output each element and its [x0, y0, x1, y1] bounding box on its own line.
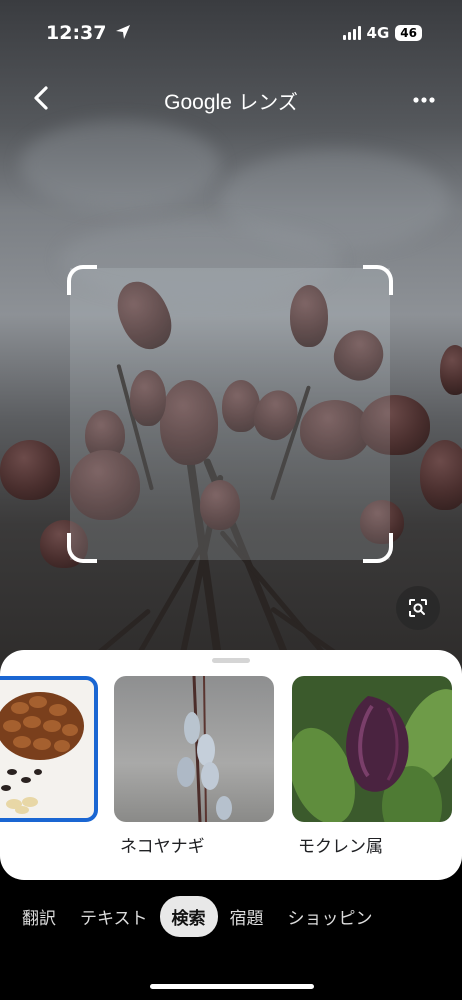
- top-bar: Google レンズ: [0, 78, 462, 118]
- tab-text[interactable]: テキスト: [68, 896, 160, 937]
- more-dots-icon: [413, 97, 435, 103]
- page-title: Google レンズ: [0, 86, 462, 115]
- battery-indicator: 46: [395, 25, 422, 41]
- network-type: 4G: [366, 24, 390, 42]
- pussy-willow-image: [177, 676, 232, 822]
- title-suffix: レンズ: [238, 90, 298, 114]
- location-arrow-icon: [116, 25, 131, 39]
- frame-handle-bottom-right[interactable]: [363, 533, 393, 563]
- result-label: ネコヤナギ: [120, 837, 205, 857]
- result-thumbnail-magnolia: [292, 676, 452, 822]
- sheet-drag-handle[interactable]: [212, 658, 250, 663]
- tab-shopping[interactable]: ショッピン: [276, 896, 385, 937]
- result-card[interactable]: モクレン属: [292, 676, 452, 857]
- result-card[interactable]: ネコヤナギ: [114, 676, 274, 857]
- signal-bars-icon: [342, 26, 361, 40]
- tab-translate[interactable]: 翻訳: [10, 896, 68, 937]
- tab-search[interactable]: 検索: [159, 895, 218, 937]
- magnolia-image: [292, 689, 452, 822]
- search-region-button[interactable]: [396, 586, 440, 630]
- result-card[interactable]: [0, 676, 98, 832]
- result-thumbnail-pussy-willow: [114, 676, 274, 822]
- lens-search-icon: [409, 599, 427, 617]
- frame-handle-top-right[interactable]: [363, 265, 393, 295]
- title-brand: Google: [164, 91, 232, 114]
- selection-frame[interactable]: [67, 265, 393, 563]
- status-bar: 12:37 4G 46: [0, 0, 462, 70]
- result-label: モクレン属: [298, 837, 383, 857]
- more-options-button[interactable]: [410, 86, 438, 114]
- home-indicator[interactable]: [150, 984, 314, 989]
- results-sheet[interactable]: ネコヤナギ モクレン属: [0, 650, 462, 880]
- tab-homework[interactable]: 宿題: [218, 896, 276, 937]
- result-thumbnail-pinecone: [0, 676, 98, 822]
- pinecone-image: [0, 692, 84, 814]
- status-time: 12:37: [46, 22, 131, 44]
- frame-handle-bottom-left[interactable]: [67, 533, 97, 563]
- status-indicators: 4G 46: [342, 24, 422, 42]
- frame-handle-top-left[interactable]: [67, 265, 97, 295]
- mode-tabs: 翻訳 テキスト 検索 宿題 ショッピン: [0, 894, 462, 938]
